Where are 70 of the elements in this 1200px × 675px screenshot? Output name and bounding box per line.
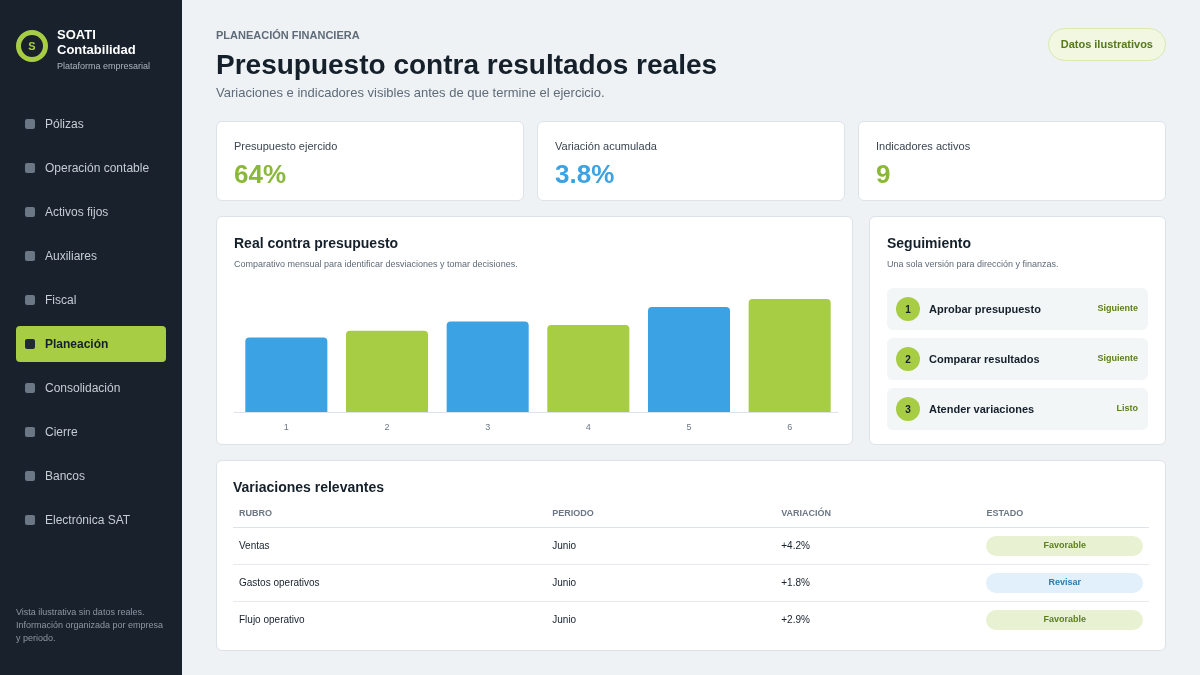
axis-label: 1 (283, 422, 289, 432)
axis-label: 5 (686, 422, 692, 432)
nav-item[interactable]: Pólizas (16, 106, 166, 142)
axis-label: 2 (384, 422, 390, 432)
nav-item[interactable]: Planeación (16, 326, 166, 362)
step-number: 3 (896, 397, 920, 421)
kpi-label: Presupuesto ejercido (234, 139, 339, 153)
step-number: 2 (896, 347, 920, 371)
brand-tagline: Plataforma empresarial (57, 60, 152, 72)
kpi-label: Variación acumulada (555, 139, 658, 153)
kpi-value: 3.8% (555, 159, 616, 189)
table-cell: Junio (546, 527, 776, 564)
brand-logo: S (16, 30, 48, 62)
nav-item[interactable]: Auxiliares (16, 238, 166, 274)
square-icon (25, 471, 35, 481)
page-subtitle: Variaciones e indicadores visibles antes de que termine el ejercicio. (216, 85, 606, 101)
info-badge: Datos ilustrativos (1047, 28, 1166, 61)
nav-item[interactable]: Operación contable (16, 150, 166, 186)
step-label: Atender variaciones (929, 401, 1036, 417)
nav-item[interactable]: Consolidación (16, 370, 166, 406)
square-icon (25, 515, 35, 525)
page-title: Presupuesto contra resultados reales (216, 48, 718, 82)
square-icon (25, 207, 35, 217)
brand-name: SOATI Contabilidad (57, 27, 137, 57)
table-cell: Flujo operativo (233, 601, 547, 638)
column-header: ESTADO (980, 501, 1149, 527)
section-label: PLANEACIÓN FINANCIERA (216, 28, 361, 42)
card-subtitle: Una sola versión para dirección y finanzas. (887, 258, 1060, 271)
kpi-value: 9 (876, 159, 892, 189)
axis-label: 6 (787, 422, 793, 432)
card-title: Real contra presupuesto (234, 234, 400, 252)
column-header: VARIACIÓN (775, 501, 981, 527)
nav-item[interactable]: Activos fijos (16, 194, 166, 230)
table-cell: +4.2% (775, 527, 981, 564)
step-label: Aprobar presupuesto (929, 301, 1042, 317)
step-status: Siguiente (1097, 352, 1138, 366)
table-cell: Ventas (233, 527, 547, 564)
square-icon (25, 383, 35, 393)
square-icon (25, 163, 35, 173)
nav-item[interactable]: Cierre (16, 414, 166, 450)
axis-label: 4 (585, 422, 591, 432)
card-subtitle: Comparativo mensual para identificar desviaciones y tomar decisiones. (234, 258, 519, 271)
step-status: Siguiente (1097, 302, 1138, 316)
square-icon (25, 251, 35, 261)
square-icon (25, 427, 35, 437)
table-cell: Junio (546, 601, 776, 638)
sidebar-footnote: Vista ilustrativa sin datos reales. Información organizada por empresa y periodo. (16, 606, 165, 645)
card-title: Variaciones relevantes (233, 478, 385, 496)
nav-item[interactable]: Fiscal (16, 282, 166, 318)
kpi-value: 64% (234, 159, 288, 189)
step-status: Listo (1116, 402, 1138, 416)
status-tag: Favorable (986, 535, 1143, 556)
nav-item[interactable]: Electrónica SAT (16, 502, 166, 538)
kpi-label: Indicadores activos (876, 139, 972, 153)
status-tag: Favorable (986, 609, 1143, 630)
step-label: Comparar resultados (929, 351, 1041, 367)
table-cell: Gastos operativos (233, 564, 547, 601)
axis-label: 3 (485, 422, 491, 432)
square-icon (25, 295, 35, 305)
square-icon (25, 119, 35, 129)
table-cell: +1.8% (775, 564, 981, 601)
step-number: 1 (896, 297, 920, 321)
column-header: RUBRO (233, 501, 547, 527)
column-header: PERIODO (546, 501, 776, 527)
status-tag: Revisar (986, 572, 1143, 593)
table-cell: Junio (546, 564, 776, 601)
nav-item[interactable]: Bancos (16, 458, 166, 494)
card-title: Seguimiento (887, 234, 972, 252)
square-icon (25, 339, 35, 349)
table-cell: +2.9% (775, 601, 981, 638)
